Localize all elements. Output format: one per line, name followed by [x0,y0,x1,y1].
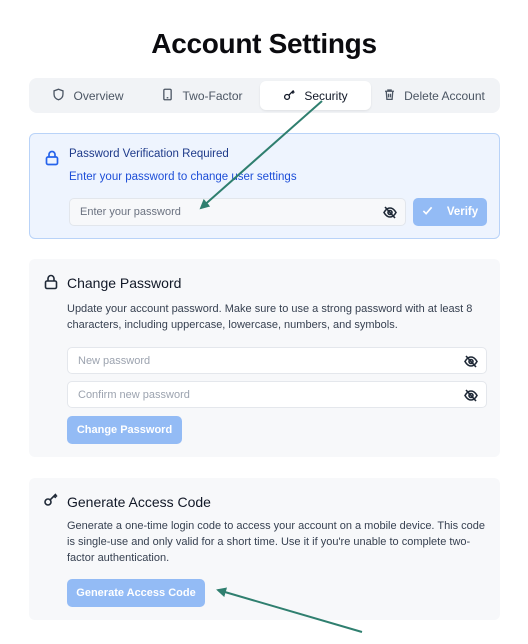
tab-two-factor[interactable]: Two-Factor [144,81,260,110]
change-password-title: Change Password [67,275,182,291]
input-placeholder: Enter your password [80,206,181,218]
key-icon [43,491,59,507]
check-icon [422,205,433,219]
change-password-button[interactable]: Change Password [67,416,182,444]
access-code-title: Generate Access Code [67,494,211,510]
tab-label: Delete Account [404,88,485,103]
input-placeholder: New password [78,354,151,367]
lock-icon [45,150,59,166]
key-icon [283,88,296,104]
smartphone-icon [161,88,174,104]
access-code-card: Generate Access Code Generate a one-time… [29,478,500,620]
tab-security[interactable]: Security [260,81,371,110]
tab-delete-account[interactable]: Delete Account [371,81,497,110]
change-password-description: Update your account password. Make sure … [67,303,473,331]
tab-label: Overview [73,88,124,103]
verify-button-label: Verify [446,206,479,218]
tab-overview[interactable]: Overview [32,81,144,110]
shield-icon [52,88,65,104]
toggle-visibility-icon[interactable] [383,206,397,219]
generate-access-code-button[interactable]: Generate Access Code [67,579,205,607]
settings-tabs: Overview Two-Factor Security Delete Acco… [29,78,500,113]
verification-description: Enter your password to change user setti… [69,171,297,183]
verify-button[interactable]: Verify [413,198,487,226]
input-placeholder: Confirm new password [78,388,190,401]
change-password-card: Change Password Update your account pass… [29,259,500,457]
verify-password-input[interactable]: Enter your password [69,198,406,226]
page-title: Account Settings [151,28,377,59]
tab-label: Security [304,88,348,103]
access-code-description: Generate a one-time login code to access… [67,520,486,564]
confirm-password-field[interactable]: Confirm new password [67,381,487,408]
trash-icon [383,88,396,104]
toggle-visibility-icon[interactable] [464,389,478,402]
new-password-field[interactable]: New password [67,347,487,374]
toggle-visibility-icon[interactable] [464,355,478,368]
tab-label: Two-Factor [182,88,243,103]
verification-title: Password Verification Required [69,148,229,160]
lock-icon [43,274,59,290]
password-verification-alert: Password Verification Required Enter you… [29,133,500,239]
